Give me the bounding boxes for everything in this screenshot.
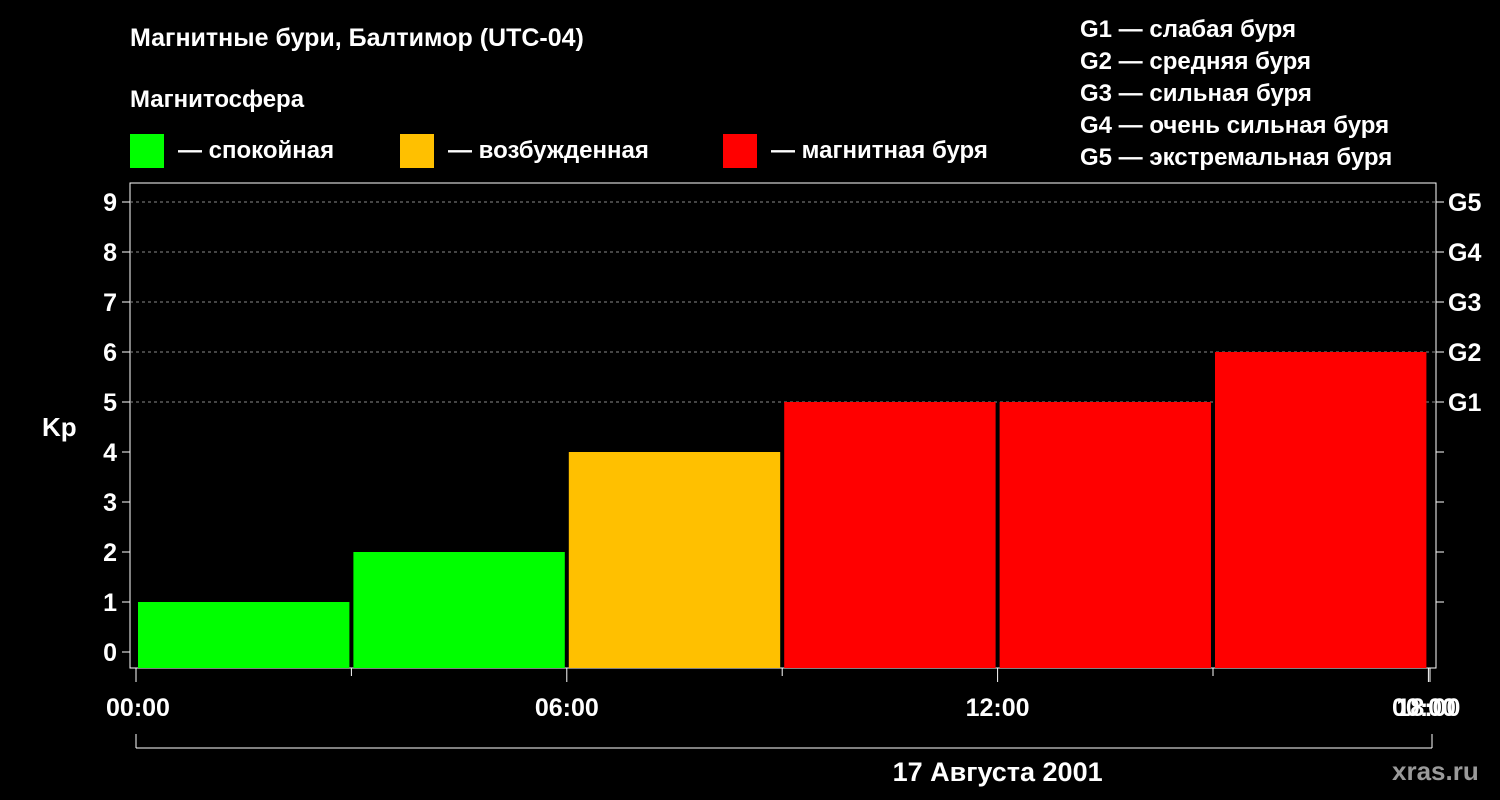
- date-label: 17 Августа 2001: [893, 757, 1103, 787]
- g-level-label: G5: [1448, 189, 1481, 217]
- y-tick-label: 5: [103, 389, 117, 417]
- kp-bar: [999, 402, 1211, 668]
- y-tick-label: 8: [103, 239, 117, 267]
- kp-bar: [1215, 352, 1427, 668]
- y-tick-label: 0: [103, 639, 117, 667]
- g-level-label: G1: [1448, 389, 1481, 417]
- y-tick-label: 9: [103, 189, 117, 217]
- kp-bar: [568, 452, 781, 668]
- x-tick-label: 00:00: [106, 694, 170, 722]
- y-tick-label: 6: [103, 339, 117, 367]
- kp-bar: [353, 552, 565, 668]
- kp-bar-chart: 0123456789G1G2G3G4G5Kp00:00 06:00 12:00 18:…: [42, 182, 1481, 787]
- x-tick-label: 00:00: [1392, 694, 1456, 722]
- y-tick-label: 7: [103, 289, 117, 317]
- y-axis-label: Kp: [42, 412, 77, 442]
- y-tick-label: 2: [103, 539, 117, 567]
- kp-bar: [138, 602, 350, 668]
- x-tick-label: 06:00: [535, 694, 599, 722]
- g-level-label: G4: [1448, 239, 1481, 267]
- y-tick-label: 3: [103, 489, 117, 517]
- kp-bar: [784, 402, 996, 668]
- watermark: xras.ru: [1392, 756, 1479, 786]
- g-level-label: G2: [1448, 339, 1481, 367]
- y-tick-label: 4: [103, 439, 117, 467]
- y-tick-label: 1: [103, 589, 117, 617]
- x-tick-label: 12:00: [966, 694, 1030, 722]
- g-level-label: G3: [1448, 289, 1481, 317]
